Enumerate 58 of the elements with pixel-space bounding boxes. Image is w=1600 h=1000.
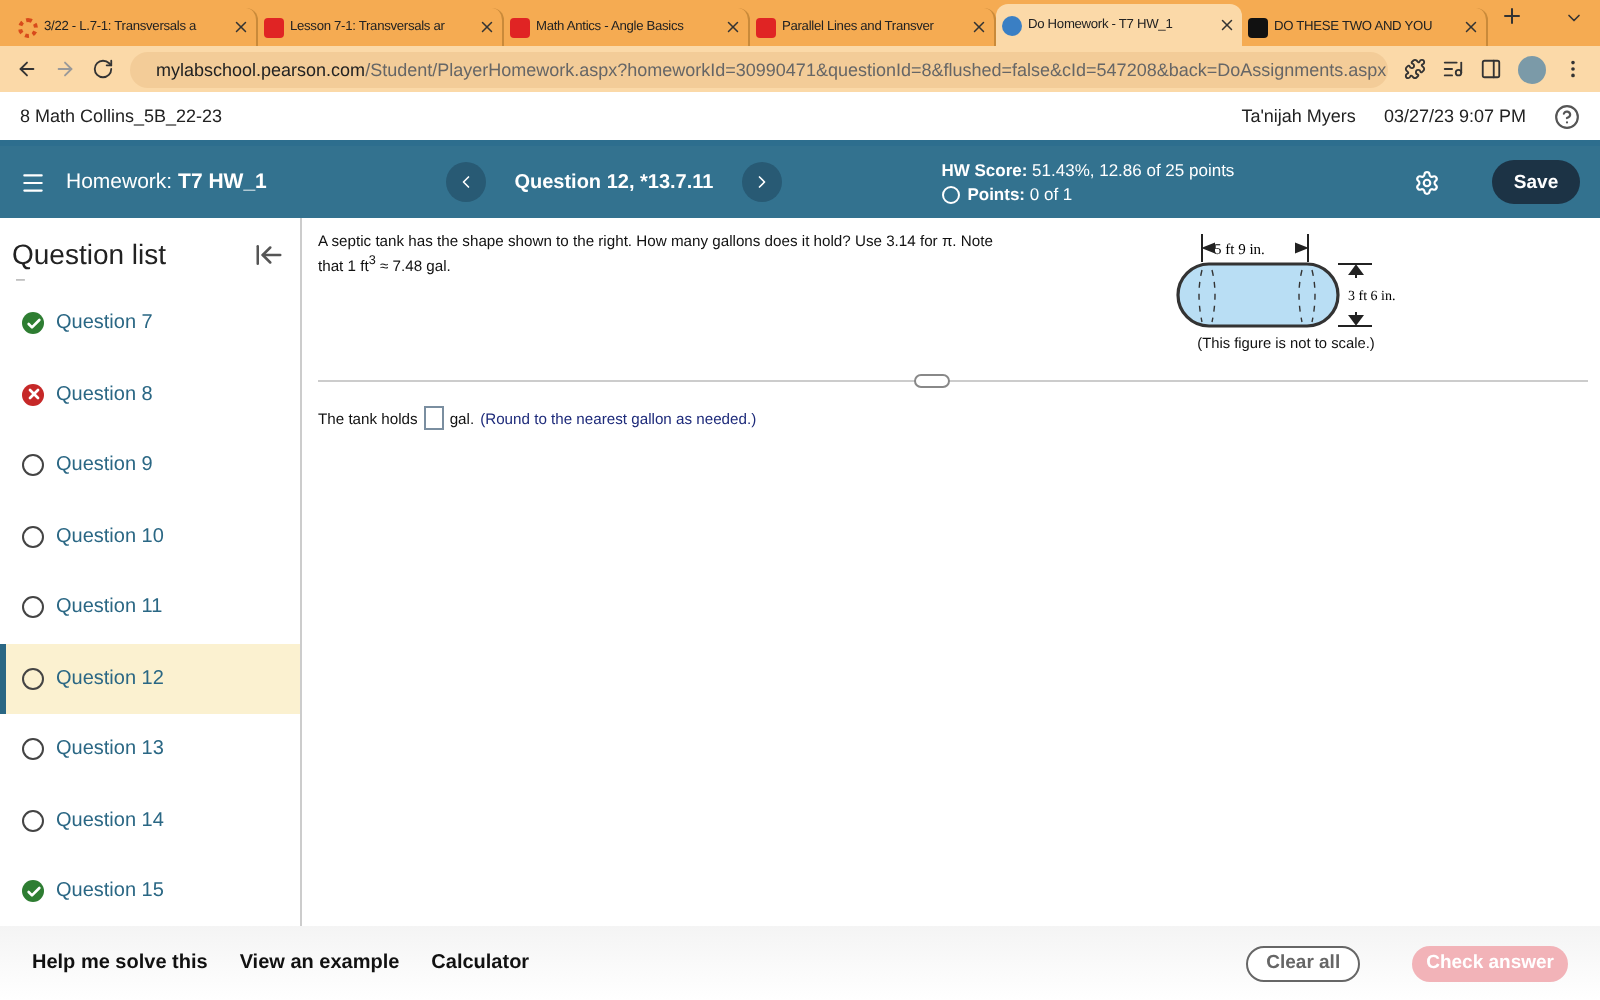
- tool-link[interactable]: View an example: [239, 952, 400, 974]
- close-icon[interactable]: [232, 18, 250, 36]
- tool-link[interactable]: Help me solve this: [32, 952, 208, 974]
- question-item[interactable]: Question 9: [0, 430, 300, 501]
- points-circle-icon: [941, 185, 960, 203]
- clear-all-button[interactable]: Clear all: [1246, 945, 1361, 981]
- playlist-icon[interactable]: [1442, 58, 1464, 80]
- points: Points: 0 of 1: [967, 184, 1073, 204]
- circle-icon: [22, 596, 44, 619]
- check-icon: [22, 880, 44, 903]
- close-icon[interactable]: [1462, 18, 1480, 36]
- hw-score: HW Score: 51.43%, 12.86 of 25 points: [941, 160, 1235, 180]
- tab-favicon-icon: [18, 17, 38, 37]
- user-name: Ta'nijah Myers: [1241, 106, 1356, 126]
- tab-favicon-icon: [264, 17, 284, 37]
- tab-favicon-icon: [1002, 15, 1022, 35]
- circle-icon: [22, 738, 44, 761]
- course-name: 8 Math Collins_5B_22-23: [20, 106, 223, 126]
- close-icon[interactable]: [724, 18, 742, 36]
- question-item[interactable]: Question 12: [0, 643, 300, 714]
- side-panel-icon[interactable]: [1480, 58, 1502, 80]
- resize-handle[interactable]: [914, 374, 950, 388]
- tool-link[interactable]: Calculator: [431, 952, 530, 974]
- puzzle-icon[interactable]: [1404, 58, 1426, 80]
- date-time: 03/27/23 9:07 PM: [1383, 106, 1526, 126]
- circle-icon: [22, 809, 44, 832]
- tab-favicon-icon: [1248, 17, 1268, 37]
- homework-title: Homework: T7 HW_1: [66, 170, 267, 194]
- circle-icon: [22, 525, 44, 548]
- back-arrow-icon[interactable]: [16, 58, 38, 80]
- address-field[interactable]: mylabschool.pearson.com/Student/PlayerHomework.aspx?homeworkId=30990471&questionId=8&flushed=false&cId=547208&back=DoAssignments.aspx: [130, 51, 1388, 87]
- tab-favicon-icon: [510, 17, 530, 37]
- answer-box[interactable]: [423, 406, 444, 430]
- help-icon[interactable]: [1554, 103, 1580, 129]
- question-item[interactable]: Question 15: [0, 856, 300, 926]
- save-button[interactable]: Save: [1492, 160, 1581, 204]
- settings-icon[interactable]: [1414, 169, 1441, 195]
- circle-icon: [22, 454, 44, 477]
- plus-icon[interactable]: [1500, 4, 1524, 28]
- question-item[interactable]: Question 8: [0, 359, 300, 430]
- close-icon[interactable]: [1218, 16, 1236, 34]
- question-item[interactable]: Question 14: [0, 785, 300, 856]
- close-icon[interactable]: [478, 18, 496, 36]
- question-list-title: Question list: [12, 238, 167, 270]
- collapse-icon[interactable]: [254, 239, 284, 269]
- question-item[interactable]: Question 11: [0, 572, 300, 643]
- menu-icon[interactable]: [20, 169, 46, 195]
- circle-icon: [22, 667, 44, 690]
- cross-icon: [22, 383, 44, 406]
- list-fragment: –: [14, 270, 27, 288]
- reload-icon[interactable]: [92, 58, 114, 80]
- tab-favicon-icon: [756, 17, 776, 37]
- question-label: Question 12, *13.7.11: [514, 171, 714, 193]
- check-icon: [22, 312, 44, 335]
- question-item[interactable]: Question 10: [0, 501, 300, 572]
- question-item[interactable]: Question 13: [0, 714, 300, 785]
- close-icon[interactable]: [970, 18, 988, 36]
- question-item[interactable]: Question 7: [0, 288, 300, 359]
